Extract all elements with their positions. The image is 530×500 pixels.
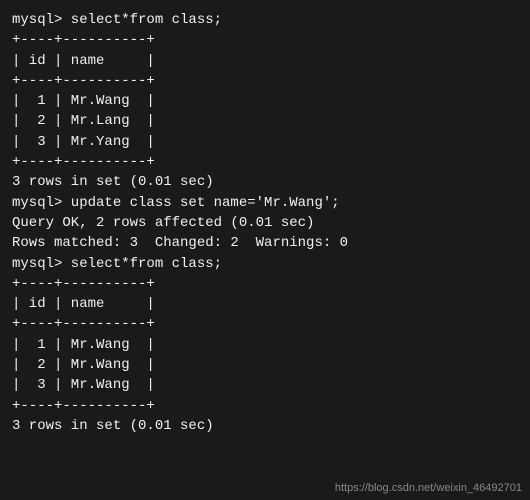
terminal-window: mysql> select*from class;+----+---------… bbox=[0, 0, 530, 500]
terminal-line: mysql> select*from class; bbox=[12, 10, 518, 30]
terminal-line: +----+----------+ bbox=[12, 152, 518, 172]
terminal-line: mysql> select*from class; bbox=[12, 254, 518, 274]
terminal-content: mysql> select*from class;+----+---------… bbox=[12, 10, 518, 436]
terminal-line: | 2 | Mr.Wang | bbox=[12, 355, 518, 375]
terminal-line: +----+----------+ bbox=[12, 30, 518, 50]
terminal-line: | id | name | bbox=[12, 51, 518, 71]
terminal-line: | 1 | Mr.Wang | bbox=[12, 91, 518, 111]
terminal-line: 3 rows in set (0.01 sec) bbox=[12, 416, 518, 436]
terminal-line: 3 rows in set (0.01 sec) bbox=[12, 172, 518, 192]
terminal-line: mysql> update class set name='Mr.Wang'; bbox=[12, 193, 518, 213]
terminal-line: | 3 | Mr.Wang | bbox=[12, 375, 518, 395]
terminal-line: | 1 | Mr.Wang | bbox=[12, 335, 518, 355]
terminal-line: +----+----------+ bbox=[12, 396, 518, 416]
terminal-line: | 3 | Mr.Yang | bbox=[12, 132, 518, 152]
terminal-line: +----+----------+ bbox=[12, 314, 518, 334]
terminal-line: | id | name | bbox=[12, 294, 518, 314]
terminal-line: +----+----------+ bbox=[12, 274, 518, 294]
terminal-line: | 2 | Mr.Lang | bbox=[12, 111, 518, 131]
terminal-line: +----+----------+ bbox=[12, 71, 518, 91]
terminal-line: Rows matched: 3 Changed: 2 Warnings: 0 bbox=[12, 233, 518, 253]
watermark: https://blog.csdn.net/weixin_46492701 bbox=[335, 482, 522, 494]
terminal-line: Query OK, 2 rows affected (0.01 sec) bbox=[12, 213, 518, 233]
